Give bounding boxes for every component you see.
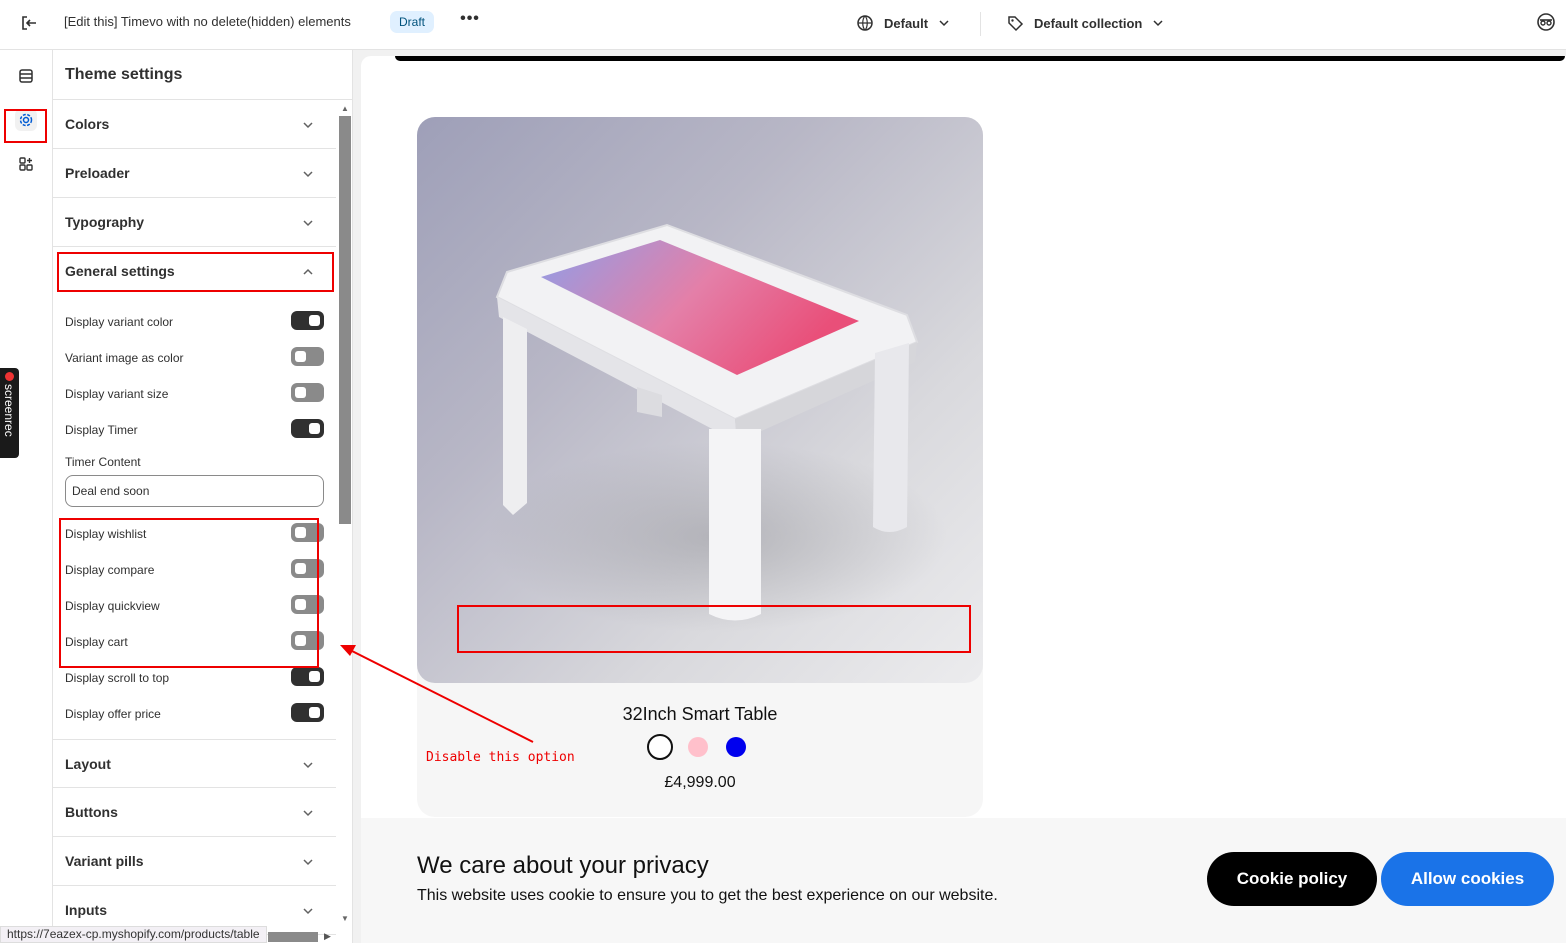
toggle-switch[interactable]	[291, 383, 324, 402]
chevron-down-icon	[1153, 20, 1163, 27]
chevron-down-icon	[303, 171, 313, 178]
setting-label: Display scroll to top	[65, 671, 170, 685]
apps-icon[interactable]	[15, 153, 37, 175]
globe-icon	[857, 15, 873, 31]
toggle-switch[interactable]	[291, 347, 324, 366]
highlight-box-general-settings	[57, 252, 334, 292]
highlight-box-settings	[4, 109, 47, 143]
setting-row: Display Timer	[53, 411, 336, 447]
sections-icon[interactable]	[15, 65, 37, 87]
section-label: Preloader	[65, 165, 130, 181]
setting-row: Display variant size	[53, 375, 336, 411]
section-colors[interactable]: Colors	[53, 100, 336, 149]
setting-label: Display Timer	[65, 423, 138, 437]
chevron-down-icon	[303, 122, 313, 129]
storefront-preview: 32Inch Smart Table £4,999.00	[361, 56, 1566, 943]
horizontal-scrollbar-thumb[interactable]	[268, 932, 318, 942]
setting-label: Display offer price	[65, 707, 161, 721]
timer-content-label: Timer Content	[65, 455, 141, 469]
screenrec-widget[interactable]: screenrec	[0, 368, 19, 458]
section-label: Layout	[65, 756, 111, 772]
scroll-right-icon[interactable]: ▶	[324, 931, 331, 942]
chevron-down-icon	[939, 20, 949, 27]
swatch-blue[interactable]	[726, 737, 746, 757]
top-bar: [Edit this] Timevo with no delete(hidden…	[0, 0, 1566, 50]
more-actions-button[interactable]: •••	[459, 10, 481, 32]
record-icon	[5, 372, 14, 381]
cookie-text: This website uses cookie to ensure you t…	[417, 887, 998, 904]
collection-selector[interactable]: Default collection	[1006, 12, 1164, 34]
theme-selector[interactable]: Default	[856, 12, 950, 34]
screenrec-label: screenrec	[2, 384, 16, 437]
section-layout[interactable]: Layout	[53, 739, 336, 788]
section-preloader[interactable]: Preloader	[53, 149, 336, 198]
exit-icon[interactable]	[18, 12, 40, 34]
toggle-switch[interactable]	[291, 311, 324, 330]
product-card[interactable]: 32Inch Smart Table £4,999.00	[417, 117, 983, 817]
product-image[interactable]	[417, 117, 983, 683]
cookie-heading: We care about your privacy	[417, 852, 709, 879]
panel-scrollbar[interactable]: ▲ ▼	[339, 104, 351, 942]
toggle-switch[interactable]	[291, 419, 324, 438]
highlight-box-image-area	[457, 605, 971, 653]
cookie-banner: We care about your privacy This website …	[361, 818, 1566, 943]
swatch-white[interactable]	[647, 734, 673, 760]
allow-cookies-button[interactable]: Allow cookies	[1381, 852, 1554, 906]
scroll-up-icon[interactable]: ▲	[341, 104, 349, 113]
section-label: Colors	[65, 116, 110, 132]
section-buttons[interactable]: Buttons	[53, 788, 336, 837]
chevron-down-icon	[303, 908, 313, 915]
toggle-switch[interactable]	[291, 703, 324, 722]
status-url: https://7eazex-cp.myshopify.com/products…	[0, 926, 267, 943]
cookie-policy-button[interactable]: Cookie policy	[1207, 852, 1377, 906]
draft-badge: Draft	[390, 11, 435, 33]
editor-sidebar-rail	[0, 50, 53, 943]
setting-label: Display variant color	[65, 315, 174, 329]
timer-content-input[interactable]	[65, 475, 324, 507]
annotation-label: Disable this option	[426, 750, 575, 765]
section-label: Buttons	[65, 804, 118, 820]
panel-title: Theme settings	[65, 66, 183, 83]
chevron-down-icon	[303, 762, 313, 769]
product-price: £4,999.00	[664, 774, 736, 791]
section-label: Inputs	[65, 902, 107, 918]
highlight-box-toggles	[59, 518, 319, 668]
header-bar	[395, 56, 1565, 61]
section-typography[interactable]: Typography	[53, 198, 336, 247]
setting-row: Display offer price	[53, 695, 336, 731]
setting-label: Display variant size	[65, 387, 169, 401]
product-title[interactable]: 32Inch Smart Table	[417, 704, 983, 725]
scroll-down-icon[interactable]: ▼	[341, 914, 349, 923]
scrollbar-thumb[interactable]	[339, 116, 351, 524]
chevron-down-icon	[303, 859, 313, 866]
collection-selector-label: Default collection	[1034, 15, 1143, 31]
section-label: Typography	[65, 214, 145, 230]
incognito-icon[interactable]	[1536, 12, 1558, 34]
swatch-pink[interactable]	[688, 737, 708, 757]
theme-selector-label: Default	[884, 15, 929, 31]
section-label: Variant pills	[65, 853, 144, 869]
toggle-switch[interactable]	[291, 667, 324, 686]
section-variant-pills[interactable]: Variant pills	[53, 837, 336, 886]
tag-icon	[1008, 16, 1024, 32]
color-swatches	[647, 734, 749, 760]
setting-row: Display variant color	[53, 303, 336, 339]
divider	[980, 12, 981, 36]
chevron-down-icon	[303, 220, 313, 227]
theme-settings-panel: Theme settings Colors Preloader Typograp…	[53, 50, 353, 943]
setting-label: Variant image as color	[65, 351, 184, 365]
theme-title: [Edit this] Timevo with no delete(hidden…	[64, 14, 351, 29]
setting-row: Variant image as color	[53, 339, 336, 375]
chevron-down-icon	[303, 810, 313, 817]
